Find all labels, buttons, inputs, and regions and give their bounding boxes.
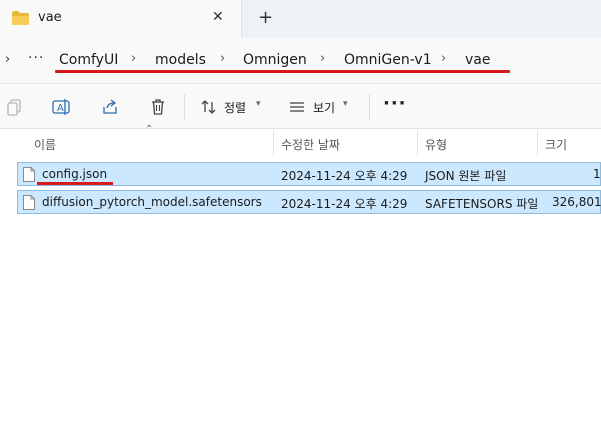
breadcrumb-more-button[interactable]: ···	[28, 50, 44, 66]
file-modified: 2024-11-24 오후 4:29	[281, 197, 408, 211]
file-icon	[23, 167, 35, 182]
file-modified: 2024-11-24 오후 4:29	[281, 169, 408, 183]
breadcrumb-item-omnigen-v1[interactable]: OmniGen-v1	[344, 52, 432, 68]
chevron-right-icon[interactable]: ›	[5, 52, 10, 67]
delete-icon[interactable]	[148, 97, 168, 117]
column-header-name[interactable]: 이름	[34, 136, 56, 153]
new-tab-button[interactable]: +	[258, 7, 273, 28]
file-name[interactable]: diffusion_pytorch_model.safetensors	[42, 195, 262, 209]
column-header-size[interactable]: 크기	[545, 136, 567, 153]
file-size: 1	[593, 167, 601, 181]
file-explorer-window: vae ✕ + › ··· ComfyUI › models › Omnigen…	[0, 0, 601, 423]
annotation-underline	[37, 182, 113, 185]
file-name[interactable]: config.json	[42, 167, 107, 181]
divider	[369, 94, 370, 120]
svg-text:A: A	[57, 103, 64, 114]
breadcrumb-item-omnigen[interactable]: Omnigen	[243, 52, 307, 68]
breadcrumb-item-models[interactable]: models	[155, 52, 206, 68]
rename-icon[interactable]: A	[51, 97, 71, 117]
column-header-modified[interactable]: 수정한 날짜	[281, 136, 340, 153]
file-size: 326,801	[552, 195, 601, 209]
command-bar: A 정렬 ▾ 보기 ▾ ···	[0, 85, 601, 129]
sort-icon[interactable]	[199, 97, 219, 117]
view-icon[interactable]	[287, 97, 307, 117]
more-options-button[interactable]: ···	[383, 93, 407, 114]
copy-icon[interactable]	[5, 97, 25, 117]
tab-vae[interactable]: vae ✕	[0, 0, 242, 38]
file-type: JSON 원본 파일	[425, 169, 507, 183]
annotation-underline	[55, 70, 510, 73]
breadcrumb-separator[interactable]: ›	[320, 51, 325, 66]
file-icon	[23, 195, 35, 210]
chevron-down-icon[interactable]: ▾	[343, 99, 348, 109]
view-button-label[interactable]: 보기	[313, 99, 335, 116]
column-divider[interactable]	[417, 130, 418, 156]
chevron-down-icon[interactable]: ▾	[256, 99, 261, 109]
sort-button-label[interactable]: 정렬	[224, 99, 246, 116]
file-type: SAFETENSORS 파일	[425, 197, 539, 211]
breadcrumb-separator[interactable]: ›	[441, 51, 446, 66]
file-row[interactable]: diffusion_pytorch_model.safetensors 2024…	[17, 190, 601, 214]
folder-icon	[12, 11, 29, 25]
tab-strip: vae ✕ +	[0, 0, 601, 38]
tab-title: vae	[38, 10, 62, 25]
share-icon[interactable]	[100, 97, 120, 117]
breadcrumb-separator[interactable]: ›	[220, 51, 225, 66]
divider	[184, 94, 185, 120]
breadcrumb-item-vae[interactable]: vae	[465, 52, 490, 68]
breadcrumb-separator[interactable]: ›	[131, 51, 136, 66]
column-header-type[interactable]: 유형	[425, 136, 447, 153]
column-divider[interactable]	[273, 130, 274, 156]
sort-ascending-icon: ⌃	[145, 124, 154, 135]
close-icon[interactable]: ✕	[212, 9, 224, 25]
breadcrumb-item-comfyui[interactable]: ComfyUI	[59, 52, 118, 68]
address-bar: › ··· ComfyUI › models › Omnigen › OmniG…	[0, 38, 601, 84]
column-divider[interactable]	[537, 130, 538, 156]
